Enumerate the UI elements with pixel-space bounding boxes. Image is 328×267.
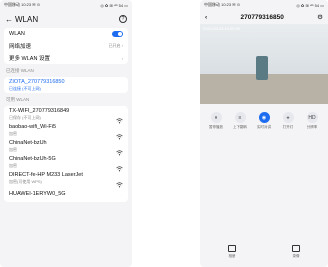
control-label: 上下翻转	[233, 125, 247, 129]
network-name: ZIOTA_270779316850	[9, 79, 65, 85]
gear-icon[interactable]: ⚙	[317, 13, 323, 21]
control-label: 分辨率	[306, 125, 318, 129]
network-status: 加密	[9, 131, 17, 136]
network-list-item[interactable]: TX-WIFI_270779316849 已保存 (不可上网)	[4, 106, 128, 124]
control-label: 暂停播放	[209, 125, 223, 129]
album-label: 相册	[228, 254, 236, 258]
status-bar: 中国移动 10:23 ✉ ⊙ ◎ ✿ ⊞ ⁴ᴳ 54 ▭	[0, 0, 132, 10]
wifi-signal-icon	[116, 143, 123, 156]
back-chevron-icon[interactable]: ‹	[205, 14, 207, 21]
album-icon	[228, 245, 236, 252]
light-icon: ⚹	[282, 112, 294, 123]
available-networks-list: TX-WIFI_270779316849 已保存 (不可上网) baobao-wi…	[4, 106, 128, 202]
wlan-toggle-switch[interactable]	[112, 31, 123, 37]
wlan-toggle-label: WLAN	[9, 31, 25, 37]
network-acceleration-row[interactable]: 网络加速 已开启 ›	[4, 40, 128, 52]
status-time: 中国移动 10:23 ✉ ⊙	[204, 2, 241, 7]
record-label: 录像	[292, 254, 300, 258]
network-acceleration-label: 网络加速	[9, 44, 32, 50]
network-name: ChinaNet-bzUh-5G	[9, 156, 56, 162]
pause-icon: ⏸	[210, 112, 222, 123]
wifi-signal-icon	[116, 159, 123, 172]
back-arrow-icon[interactable]: ←	[5, 15, 15, 24]
page-title: 270779316850	[240, 13, 284, 21]
connected-wlan-label: 已连接 WLAN	[6, 68, 34, 73]
album-button[interactable]: 相册	[228, 245, 236, 259]
page-title: WLAN	[15, 14, 39, 24]
flip-icon: ≡	[234, 112, 246, 123]
pause-control[interactable]: ⏸ 暂停播放	[206, 112, 226, 130]
wlan-toggle-row[interactable]: WLAN	[4, 28, 128, 40]
microphone-icon: ◉	[258, 112, 270, 123]
status-bar: 中国移动 10:23 ✉ ⊙ ◎ ✿ ⊞ ⁴ᴳ 54 ▭	[200, 0, 328, 10]
chevron-right-icon: ›	[121, 55, 123, 61]
video-timestamp: 2024-09-23 10:25:09	[203, 26, 241, 31]
header: ← WLAN ?	[0, 10, 132, 28]
control-label: 实时对讲	[257, 125, 271, 129]
flip-control[interactable]: ≡ 上下翻转	[230, 112, 250, 130]
more-wlan-settings-row[interactable]: 更多 WLAN 设置 ›	[4, 52, 128, 64]
help-icon[interactable]: ?	[119, 15, 127, 23]
network-list-item[interactable]: HUAWEI-1ERYW0_5G	[4, 186, 128, 202]
video-record-icon	[292, 245, 300, 252]
header: ‹ 270779316850 ⚙	[200, 10, 328, 24]
network-list-item[interactable]: baobao-wifi_Wi-Fi5 加密	[4, 122, 128, 140]
connected-network-item[interactable]: ZIOTA_270779316850 已连接 (不可上网)	[4, 77, 128, 93]
wifi-signal-icon	[116, 175, 123, 188]
status-icons: ◎ ✿ ⊞ ⁴ᴳ 54 ▭	[296, 2, 324, 8]
playback-controls: ⏸ 暂停播放 ≡ 上下翻转 ◉ 实时对讲 ⚹ 打开灯 HD 分辨率	[200, 104, 328, 130]
network-list-item[interactable]: ChinaNet-bzUh 加密	[4, 138, 128, 156]
network-name: ChinaNet-bzUh	[9, 140, 47, 146]
network-name: HUAWEI-1ERYW0_5G	[9, 190, 66, 197]
record-button[interactable]: 录像	[292, 245, 300, 259]
more-wlan-settings-label: 更多 WLAN 设置	[9, 56, 50, 62]
video-device-object	[256, 56, 268, 80]
status-time: 中国移动 10:23 ✉ ⊙	[4, 2, 41, 7]
wlan-settings-card: WLAN 网络加速 已开启 › 更多 WLAN 设置 ›	[4, 28, 128, 64]
network-status: 已连接 (不可上网)	[9, 86, 41, 91]
live-video-view[interactable]: 2024-09-23 10:25:09	[200, 24, 328, 104]
hd-icon: HD	[306, 112, 318, 123]
connected-network-card: ZIOTA_270779316850 已连接 (不可上网)	[4, 77, 128, 93]
network-list-item[interactable]: ChinaNet-bzUh-5G 加密	[4, 154, 128, 172]
light-control[interactable]: ⚹ 打开灯	[278, 112, 298, 130]
network-list-item[interactable]: DIRECT-fe-HP M233 LaserJet 加密(可使用 WPS)	[4, 170, 128, 188]
network-status: 加密(可使用 WPS)	[9, 179, 42, 184]
control-label: 打开灯	[282, 125, 294, 129]
network-status: 加密	[9, 147, 17, 152]
network-acceleration-status: 已开启 ›	[108, 43, 123, 48]
network-status: 已保存 (不可上网)	[9, 115, 41, 120]
wifi-signal-icon	[116, 111, 123, 124]
camera-live-screen: 中国移动 10:23 ✉ ⊙ ◎ ✿ ⊞ ⁴ᴳ 54 ▭ ‹ 270779316…	[200, 0, 328, 267]
talk-control[interactable]: ◉ 实时对讲	[254, 112, 274, 130]
available-wlan-label: 可用 WLAN	[6, 97, 30, 102]
status-icons: ◎ ✿ ⊞ ⁴ᴳ 54 ▭	[100, 2, 128, 8]
network-name: TX-WIFI_270779316849	[9, 108, 70, 114]
resolution-control[interactable]: HD 分辨率	[302, 112, 322, 130]
wifi-signal-icon	[116, 127, 123, 140]
wlan-settings-screen: 中国移动 10:23 ✉ ⊙ ◎ ✿ ⊞ ⁴ᴳ 54 ▭ ← WLAN ? WL…	[0, 0, 132, 267]
network-status: 加密	[9, 163, 17, 168]
network-name: DIRECT-fe-HP M233 LaserJet	[9, 172, 83, 178]
bottom-bar: 相册 录像	[200, 245, 328, 259]
network-name: baobao-wifi_Wi-Fi5	[9, 124, 57, 130]
